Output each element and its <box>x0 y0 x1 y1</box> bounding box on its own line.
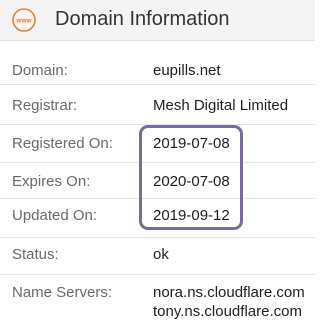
name-server-1: nora.ns.cloudflare.com <box>153 284 305 301</box>
row-domain: Domain: eupills.net <box>0 41 315 85</box>
row-expires-on: Expires On: 2020-07-08 <box>0 163 315 199</box>
row-updated-on: Updated On: 2019-09-12 <box>0 199 315 238</box>
expires-on-label: Expires On: <box>12 173 91 190</box>
status-label: Status: <box>12 246 59 263</box>
row-name-servers: Name Servers: nora.ns.cloudflare.com ton… <box>0 275 315 326</box>
domain-info-card: www Domain Information Domain: eupills.n… <box>0 0 315 326</box>
name-server-2: tony.ns.cloudflare.com <box>153 303 302 320</box>
status-value: ok <box>153 246 169 263</box>
registrar-label: Registrar: <box>12 97 78 114</box>
row-registrar: Registrar: Mesh Digital Limited <box>0 85 315 125</box>
row-registered-on: Registered On: 2019-07-08 <box>0 125 315 163</box>
expires-on-value: 2020-07-08 <box>153 173 230 190</box>
registered-on-label: Registered On: <box>12 135 113 152</box>
domain-value: eupills.net <box>153 62 221 79</box>
www-globe-icon: www <box>12 8 36 32</box>
registered-on-value: 2019-07-08 <box>153 135 230 152</box>
updated-on-label: Updated On: <box>12 207 98 224</box>
name-servers-label: Name Servers: <box>12 284 113 301</box>
updated-on-value: 2019-09-12 <box>153 207 230 224</box>
www-icon-text: www <box>15 18 32 25</box>
row-status: Status: ok <box>0 238 315 275</box>
card-header: www Domain Information <box>0 0 315 41</box>
card-title: Domain Information <box>55 8 230 30</box>
registrar-value: Mesh Digital Limited <box>153 97 289 114</box>
domain-label: Domain: <box>12 62 68 79</box>
